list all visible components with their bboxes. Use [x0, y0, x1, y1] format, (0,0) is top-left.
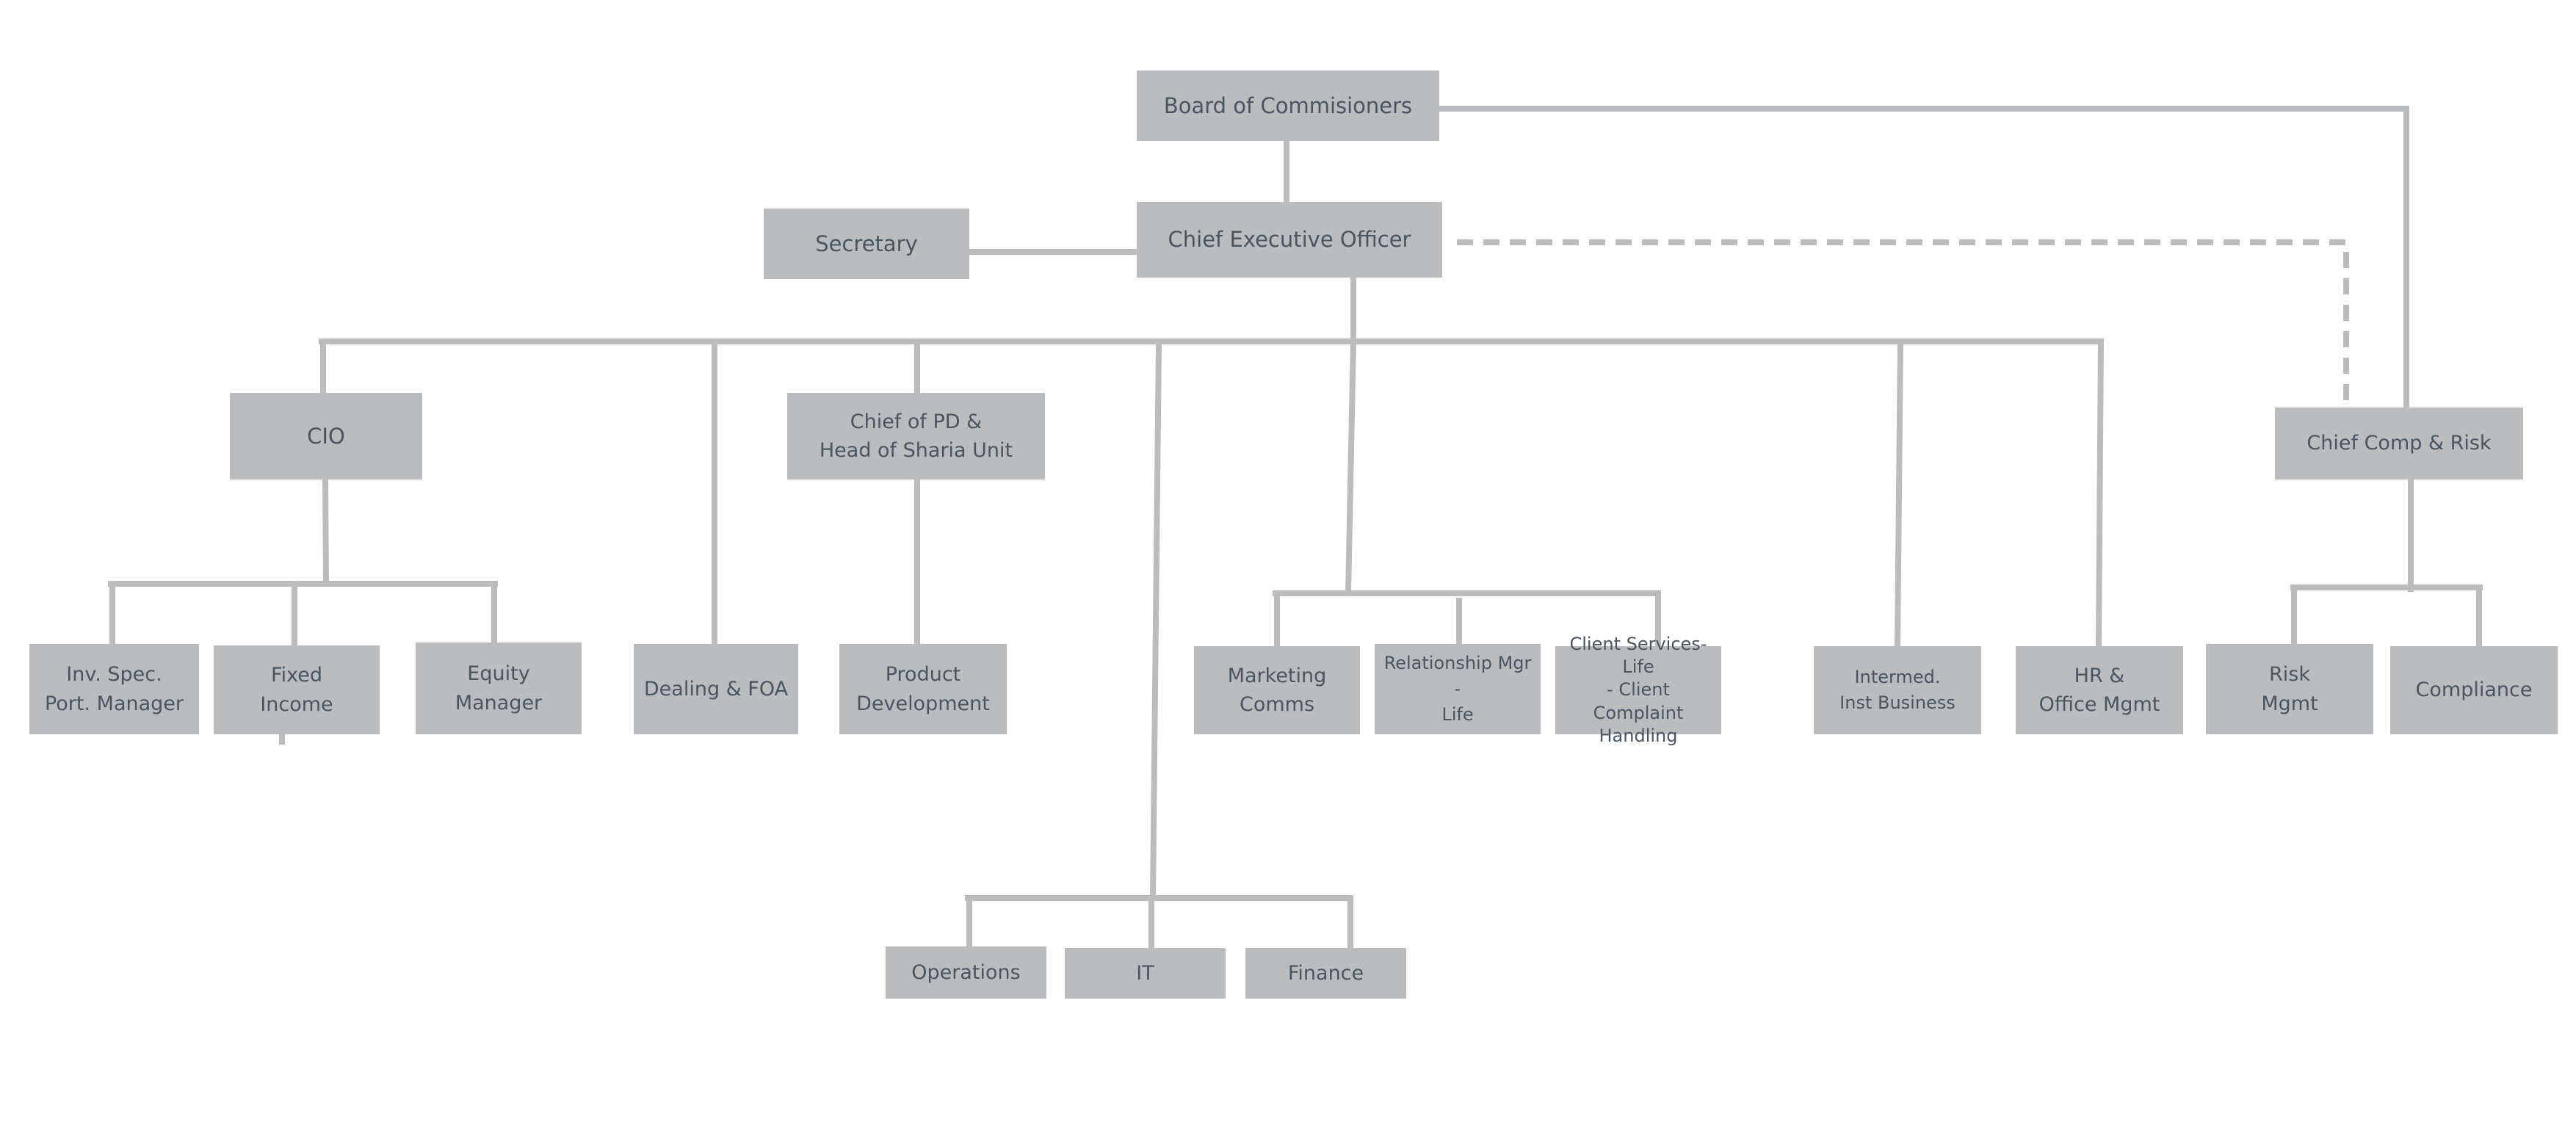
node-fixed-income[interactable]: Fixed Income	[214, 645, 380, 734]
node-operations[interactable]: Operations	[886, 947, 1046, 999]
connector-bus-intermed	[1894, 338, 1904, 648]
node-chief-comp-risk[interactable]: Chief Comp & Risk	[2275, 408, 2523, 479]
node-label: HR & Office Mgmt	[2038, 664, 2160, 716]
node-equity-manager[interactable]: Equity Manager	[416, 643, 582, 734]
node-board-of-commisioners[interactable]: Board of Commisioners	[1137, 70, 1439, 141]
node-label: Intermed. Inst Business	[1839, 667, 1955, 713]
node-hr-office-mgmt[interactable]: HR & Office Mgmt	[2016, 646, 2183, 734]
node-product-development[interactable]: Product Development	[839, 644, 1007, 734]
node-inv-spec[interactable]: Inv. Spec. Port. Manager	[29, 644, 199, 734]
node-label: Inv. Spec. Port. Manager	[44, 663, 184, 715]
node-label: Operations	[911, 960, 1021, 984]
node-label: Equity Manager	[455, 662, 543, 714]
connector-bus-ops-group	[1149, 341, 1162, 901]
node-dealing-foa[interactable]: Dealing & FOA	[634, 644, 798, 734]
connector-bus-marketing-group	[1345, 338, 1357, 597]
node-label: Secretary	[815, 231, 918, 256]
node-chief-executive-officer[interactable]: Chief Executive Officer	[1137, 202, 1442, 278]
node-label: Client Services-Life - Client Complaint …	[1569, 634, 1707, 746]
node-label: Product Development	[856, 663, 990, 715]
node-label: Chief of PD & Head of Sharia Unit	[819, 410, 1013, 462]
node-label: Chief Comp & Risk	[2307, 432, 2492, 455]
node-label: CIO	[307, 423, 345, 449]
node-label: Finance	[1287, 961, 1364, 985]
connector-bus-hr	[2095, 338, 2105, 648]
connector-board-chief-comp-risk	[1436, 106, 2409, 410]
node-label: Dealing & FOA	[643, 677, 789, 701]
node-finance[interactable]: Finance	[1245, 948, 1406, 999]
node-label: Risk Mgmt	[2261, 663, 2318, 715]
node-secretary[interactable]: Secretary	[764, 209, 969, 279]
node-compliance[interactable]: Compliance	[2390, 646, 2558, 734]
node-relationship-mgr[interactable]: Relationship Mgr - Life	[1375, 644, 1541, 734]
node-label: Board of Commisioners	[1163, 93, 1413, 118]
node-label: Fixed Income	[260, 664, 333, 716]
node-it[interactable]: IT	[1065, 948, 1226, 999]
node-intermed-inst-business[interactable]: Intermed. Inst Business	[1814, 646, 1981, 734]
node-label: Relationship Mgr - Life	[1383, 653, 1532, 725]
node-label: Chief Executive Officer	[1168, 227, 1411, 253]
node-client-services[interactable]: Client Services-Life - Client Complaint …	[1555, 634, 1721, 746]
node-label: IT	[1136, 961, 1154, 985]
connector-cio-down	[322, 476, 330, 587]
node-marketing-comms[interactable]: Marketing Comms	[1194, 646, 1360, 734]
node-chief-of-pd[interactable]: Chief of PD & Head of Sharia Unit	[787, 393, 1045, 479]
node-cio[interactable]: CIO	[230, 393, 422, 479]
node-label: Marketing Comms	[1227, 664, 1327, 716]
node-risk-mgmt[interactable]: Risk Mgmt	[2206, 644, 2373, 734]
node-label: Compliance	[2415, 678, 2533, 702]
